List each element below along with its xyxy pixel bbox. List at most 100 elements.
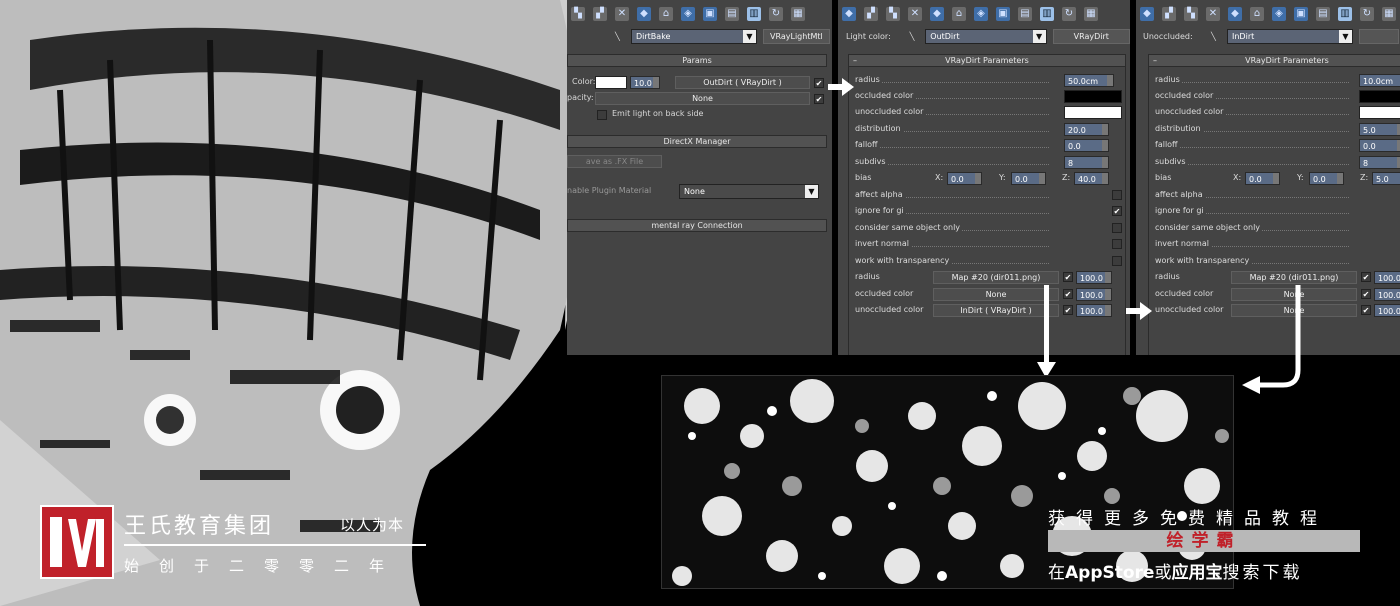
save-fx-button[interactable]: ave as .FX File <box>567 155 662 168</box>
map-unoccluded-amount[interactable]: 100.0 <box>1076 304 1112 317</box>
go-forward-icon[interactable]: ↻ <box>769 7 783 21</box>
map-unoccluded-amount[interactable]: 100.0 <box>1374 304 1400 317</box>
occluded-color-swatch[interactable] <box>1064 90 1122 103</box>
radius-spinner[interactable]: 10.0cm <box>1359 74 1400 87</box>
eyedropper-icon[interactable]: ╲ <box>1211 32 1221 41</box>
falloff-spinner[interactable]: 0.0 <box>1064 139 1109 152</box>
material-id-icon[interactable]: ◈ <box>681 7 695 21</box>
eyedropper-icon[interactable]: ╲ <box>910 32 920 41</box>
material-id-icon[interactable]: ◈ <box>1272 7 1286 21</box>
material-name-dropdown[interactable]: OutDirt ▼ <box>925 28 1047 44</box>
collapse-icon[interactable]: – <box>853 55 857 66</box>
get-material-icon[interactable]: ◆ <box>842 7 856 21</box>
map-occluded-button[interactable]: None <box>933 288 1059 301</box>
bias-z-spinner[interactable]: 5.0 <box>1372 172 1400 185</box>
vraydirt-rollout-header[interactable]: – VRayDirt Parameters <box>848 54 1126 67</box>
get-material-icon[interactable]: ▚ <box>571 7 585 21</box>
material-type-button[interactable] <box>1359 28 1399 44</box>
put-to-scene-icon[interactable]: ▞ <box>1162 7 1176 21</box>
pick-material-icon[interactable]: ▦ <box>791 7 805 21</box>
ignore-gi-checkbox[interactable]: ✔ <box>1112 206 1122 216</box>
collapse-icon[interactable]: – <box>1153 55 1157 66</box>
map-radius-button[interactable]: Map #20 (dir011.png) <box>933 271 1059 284</box>
eyedropper-icon[interactable]: ╲ <box>615 32 625 41</box>
go-forward-icon[interactable]: ↻ <box>1360 7 1374 21</box>
map-occluded-checkbox[interactable]: ✔ <box>1063 289 1073 299</box>
unoccluded-color-swatch[interactable] <box>1064 106 1122 119</box>
show-map-icon[interactable]: ▣ <box>703 7 717 21</box>
subdivs-spinner[interactable]: 8 <box>1359 156 1400 169</box>
material-name-dropdown[interactable]: DirtBake ▼ <box>631 28 757 44</box>
color-multiplier-spinner[interactable]: 10.0 <box>630 76 660 89</box>
make-unique-icon[interactable]: ◆ <box>1228 7 1242 21</box>
map-occluded-button[interactable]: None <box>1231 288 1357 301</box>
bias-z-spinner[interactable]: 40.0 <box>1074 172 1109 185</box>
put-to-scene-icon[interactable]: ▞ <box>593 7 607 21</box>
unoccluded-color-swatch[interactable] <box>1359 106 1400 119</box>
emit-back-checkbox[interactable] <box>597 110 607 120</box>
directx-rollout-header[interactable]: DirectX Manager <box>567 135 827 148</box>
bias-x-spinner[interactable]: 0.0 <box>1245 172 1280 185</box>
params-rollout-header[interactable]: Params <box>567 54 827 67</box>
go-to-parent-icon[interactable]: ▥ <box>1338 7 1352 21</box>
invert-normal-checkbox[interactable] <box>1112 239 1122 249</box>
go-to-parent-icon[interactable]: ▥ <box>747 7 761 21</box>
opacity-map-button[interactable]: None <box>595 92 810 105</box>
delete-icon[interactable]: ✕ <box>615 7 629 21</box>
mentalray-rollout-header[interactable]: mental ray Connection <box>567 219 827 232</box>
put-to-library-icon[interactable]: ⌂ <box>659 7 673 21</box>
map-unoccluded-button[interactable]: InDirt ( VRayDirt ) <box>933 304 1059 317</box>
falloff-spinner[interactable]: 0.0 <box>1359 139 1400 152</box>
map-unoccluded-checkbox[interactable]: ✔ <box>1361 305 1371 315</box>
color-swatch[interactable] <box>595 76 627 89</box>
map-occluded-amount[interactable]: 100.0 <box>1076 288 1112 301</box>
color-map-checkbox[interactable]: ✔ <box>814 78 824 88</box>
affect-alpha-checkbox[interactable] <box>1112 190 1122 200</box>
distribution-spinner[interactable]: 20.0 <box>1064 123 1109 136</box>
assign-icon[interactable]: ▚ <box>886 7 900 21</box>
show-map-icon[interactable]: ▣ <box>996 7 1010 21</box>
material-id-icon[interactable]: ◈ <box>974 7 988 21</box>
put-to-library-icon[interactable]: ⌂ <box>1250 7 1264 21</box>
vraydirt-rollout-header[interactable]: – VRayDirt Parameters <box>1148 54 1400 67</box>
pick-material-icon[interactable]: ▦ <box>1084 7 1098 21</box>
map-occluded-amount[interactable]: 100.0 <box>1374 288 1400 301</box>
distribution-spinner[interactable]: 5.0 <box>1359 123 1400 136</box>
bias-y-spinner[interactable]: 0.0 <box>1309 172 1344 185</box>
map-unoccluded-button[interactable]: None <box>1231 304 1357 317</box>
show-end-result-icon[interactable]: ▤ <box>1316 7 1330 21</box>
plugin-material-dropdown[interactable]: None ▼ <box>679 184 819 199</box>
delete-icon[interactable]: ✕ <box>908 7 922 21</box>
go-to-parent-icon[interactable]: ▥ <box>1040 7 1054 21</box>
radius-spinner[interactable]: 50.0cm <box>1064 74 1114 87</box>
assign-icon[interactable]: ▚ <box>1184 7 1198 21</box>
make-unique-icon[interactable]: ◆ <box>637 7 651 21</box>
make-unique-icon[interactable]: ◆ <box>930 7 944 21</box>
bias-y-spinner[interactable]: 0.0 <box>1011 172 1046 185</box>
go-forward-icon[interactable]: ↻ <box>1062 7 1076 21</box>
material-name-dropdown[interactable]: InDirt ▼ <box>1227 28 1353 44</box>
map-radius-button[interactable]: Map #20 (dir011.png) <box>1231 271 1357 284</box>
put-to-library-icon[interactable]: ⌂ <box>952 7 966 21</box>
get-material-icon[interactable]: ◆ <box>1140 7 1154 21</box>
subdivs-spinner[interactable]: 8 <box>1064 156 1109 169</box>
pick-material-icon[interactable]: ▦ <box>1382 7 1396 21</box>
consider-same-checkbox[interactable] <box>1112 223 1122 233</box>
work-transparency-checkbox[interactable] <box>1112 256 1122 266</box>
map-radius-amount[interactable]: 100.0 <box>1374 271 1400 284</box>
occluded-color-swatch[interactable] <box>1359 90 1400 103</box>
material-type-button[interactable]: VRayDirt <box>1052 28 1130 44</box>
delete-icon[interactable]: ✕ <box>1206 7 1220 21</box>
show-end-result-icon[interactable]: ▤ <box>725 7 739 21</box>
material-type-button[interactable]: VRayLightMtl <box>763 28 830 44</box>
put-to-scene-icon[interactable]: ▞ <box>864 7 878 21</box>
map-radius-checkbox[interactable]: ✔ <box>1063 272 1073 282</box>
map-radius-amount[interactable]: 100.0 <box>1076 271 1112 284</box>
show-map-icon[interactable]: ▣ <box>1294 7 1308 21</box>
map-unoccluded-checkbox[interactable]: ✔ <box>1063 305 1073 315</box>
map-radius-checkbox[interactable]: ✔ <box>1361 272 1371 282</box>
bias-x-spinner[interactable]: 0.0 <box>947 172 982 185</box>
map-occluded-checkbox[interactable]: ✔ <box>1361 289 1371 299</box>
show-end-result-icon[interactable]: ▤ <box>1018 7 1032 21</box>
color-map-button[interactable]: OutDirt ( VRayDirt ) <box>675 76 810 89</box>
